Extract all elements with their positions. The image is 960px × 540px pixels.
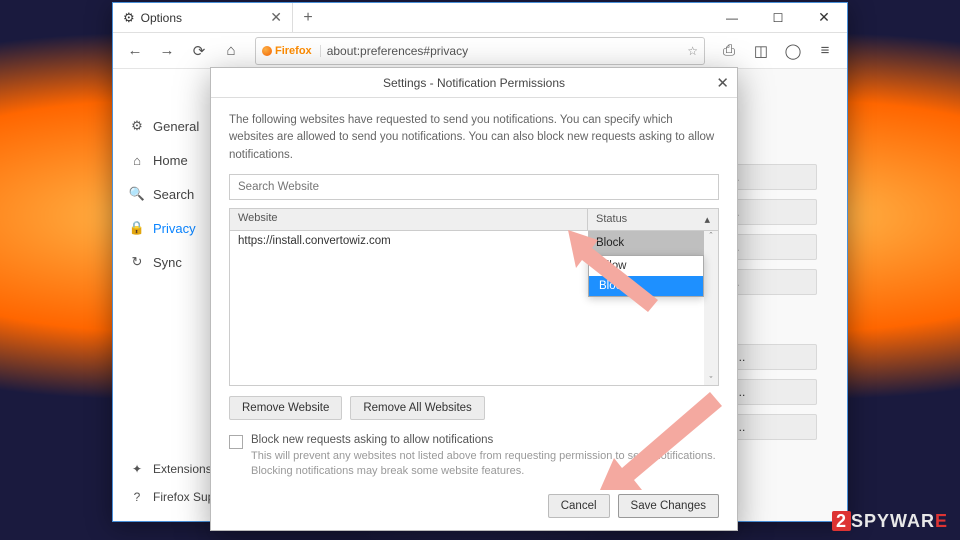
puzzle-icon: ✦: [129, 462, 145, 476]
gear-icon: ⚙: [123, 10, 135, 26]
dropdown-option-block[interactable]: Block: [589, 276, 703, 296]
library-button[interactable]: ⎙: [715, 37, 743, 65]
new-tab-button[interactable]: +: [293, 3, 323, 32]
sort-icon: ▴: [704, 213, 710, 226]
firefox-badge: Firefox: [262, 45, 321, 57]
dialog-description: The following websites have requested to…: [229, 112, 719, 164]
remove-website-button[interactable]: Remove Website: [229, 396, 342, 420]
account-button[interactable]: ◯: [779, 37, 807, 65]
cancel-button[interactable]: Cancel: [548, 494, 610, 518]
dialog-close-button[interactable]: ✕: [716, 74, 729, 92]
titlebar: ⚙ Options ✕ + — ☐ ✕: [113, 3, 847, 33]
dialog-header: Settings - Notification Permissions ✕: [211, 68, 737, 98]
watermark: 2SPYWARE: [832, 511, 948, 532]
status-dropdown: Allow Block: [588, 255, 704, 297]
home-icon: ⌂: [129, 153, 145, 168]
status-select[interactable]: Block▾: [588, 231, 718, 255]
lock-icon: 🔒: [129, 220, 145, 236]
gear-icon: ⚙: [129, 118, 145, 134]
reload-button[interactable]: ⟳: [185, 37, 213, 65]
dialog-title: Settings - Notification Permissions: [383, 76, 565, 90]
help-icon: ?: [129, 490, 145, 504]
notification-permissions-dialog: Settings - Notification Permissions ✕ Th…: [210, 67, 738, 531]
checkbox-label: Block new requests asking to allow notif…: [251, 434, 719, 480]
sync-icon: ↻: [129, 254, 145, 270]
sidebar-button[interactable]: ◫: [747, 37, 775, 65]
table-row[interactable]: https://install.convertowiz.com Block▾: [230, 231, 718, 255]
home-button[interactable]: ⌂: [217, 37, 245, 65]
tab-close-icon[interactable]: ✕: [270, 9, 282, 26]
remove-all-websites-button[interactable]: Remove All Websites: [350, 396, 484, 420]
search-icon: 🔍: [129, 186, 145, 202]
search-website-input[interactable]: [229, 174, 719, 200]
browser-tab[interactable]: ⚙ Options ✕: [113, 3, 293, 32]
tab-title: Options: [141, 11, 182, 25]
table-scrollbar[interactable]: ˆˇ: [704, 231, 718, 385]
website-url: https://install.convertowiz.com: [230, 231, 588, 255]
bookmark-star-icon[interactable]: ☆: [687, 44, 698, 58]
maximize-button[interactable]: ☐: [755, 3, 801, 32]
back-button[interactable]: ←: [121, 37, 149, 65]
column-website[interactable]: Website: [230, 209, 588, 230]
block-new-requests-checkbox[interactable]: [229, 435, 243, 449]
websites-table: Website Status▴ https://install.converto…: [229, 208, 719, 386]
forward-button[interactable]: →: [153, 37, 181, 65]
menu-button[interactable]: ≡: [811, 37, 839, 65]
firefox-icon: [262, 46, 272, 56]
window-close-button[interactable]: ✕: [801, 3, 847, 32]
url-bar[interactable]: Firefox about:preferences#privacy ☆: [255, 37, 705, 65]
navbar: ← → ⟳ ⌂ Firefox about:preferences#privac…: [113, 33, 847, 69]
minimize-button[interactable]: —: [709, 3, 755, 32]
save-changes-button[interactable]: Save Changes: [618, 494, 719, 518]
column-status[interactable]: Status▴: [588, 209, 718, 230]
url-text: about:preferences#privacy: [327, 44, 468, 58]
dropdown-option-allow[interactable]: Allow: [589, 256, 703, 276]
